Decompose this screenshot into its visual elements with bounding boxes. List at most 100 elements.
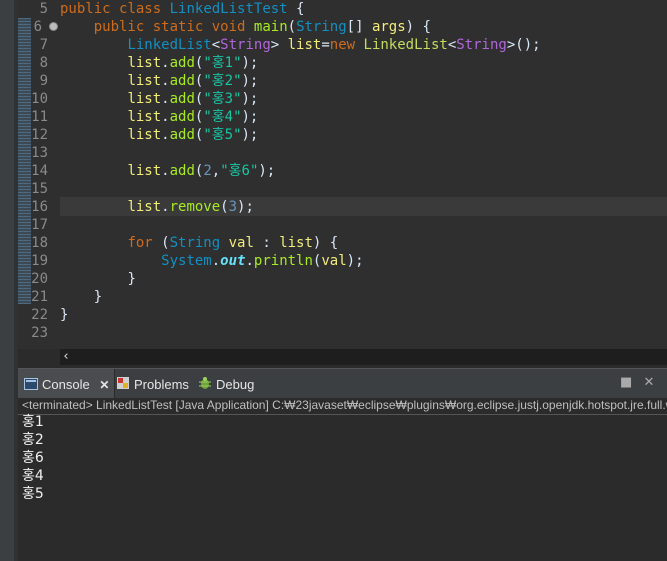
punctuation: } bbox=[93, 289, 103, 305]
tab-debug[interactable]: Debug bbox=[198, 374, 254, 396]
variable: val bbox=[321, 253, 347, 269]
punctuation: ); bbox=[241, 127, 259, 143]
line-number: 5 bbox=[39, 1, 48, 17]
punctuation: . bbox=[245, 253, 254, 269]
punctuation: ); bbox=[258, 163, 276, 179]
code-line: public class LinkedListTest { bbox=[60, 0, 304, 18]
line-number: 19 bbox=[31, 253, 48, 269]
panel-tab-bar: Console ✕ Problems Debug ■ ✕ bbox=[18, 368, 667, 399]
punctuation: . bbox=[161, 127, 170, 143]
tab-console-label[interactable]: Console ✕ bbox=[24, 374, 109, 396]
code-line: LinkedList<String> list=new LinkedList<S… bbox=[60, 36, 541, 54]
line-number: 12 bbox=[31, 127, 48, 143]
close-icon[interactable]: ✕ bbox=[99, 378, 109, 392]
class-name: LinkedListTest bbox=[169, 1, 288, 17]
type-name: String bbox=[296, 19, 347, 35]
punctuation: ); bbox=[241, 73, 259, 89]
scroll-left-icon[interactable]: ‹ bbox=[60, 349, 72, 365]
line-number: 16 bbox=[31, 199, 48, 215]
console-output-line: 홍5 bbox=[22, 486, 44, 502]
punctuation: ); bbox=[241, 109, 259, 125]
line-number: 21 bbox=[31, 289, 48, 305]
variable: list bbox=[127, 73, 162, 89]
method-name: main bbox=[253, 19, 288, 35]
punctuation: (); bbox=[515, 37, 541, 53]
console-output-line: 홍4 bbox=[22, 468, 44, 484]
string-literal: "홍5" bbox=[203, 127, 242, 143]
static-field: out bbox=[220, 253, 246, 269]
punctuation: . bbox=[161, 109, 170, 125]
type-name: LinkedList bbox=[127, 37, 212, 53]
tab-label: Console bbox=[42, 377, 90, 392]
method-name: add bbox=[169, 55, 195, 71]
punctuation: { bbox=[287, 1, 305, 17]
process-status-text: <terminated> LinkedListTest [Java Applic… bbox=[22, 398, 667, 412]
punctuation: . bbox=[211, 253, 221, 269]
line-number: 14 bbox=[31, 163, 48, 179]
method-name: add bbox=[169, 163, 195, 179]
console-output-line: 홍6 bbox=[22, 450, 44, 466]
code-line: } bbox=[60, 288, 102, 306]
string-literal: "홍4" bbox=[203, 109, 242, 125]
maximize-close-icon[interactable]: ✕ bbox=[643, 376, 655, 389]
punctuation: < bbox=[447, 37, 457, 53]
type-name: String bbox=[169, 235, 221, 251]
variable: args bbox=[371, 19, 406, 35]
keyword: for bbox=[127, 235, 153, 251]
line-number: 8 bbox=[39, 55, 48, 71]
code-line: list.add("홍5"); bbox=[60, 126, 258, 144]
string-literal: "홍3" bbox=[203, 91, 242, 107]
punctuation: > bbox=[506, 37, 516, 53]
keyword: new bbox=[329, 37, 356, 53]
problems-icon bbox=[116, 375, 130, 397]
console-output-line: 홍2 bbox=[22, 432, 44, 448]
punctuation: } bbox=[60, 307, 69, 323]
variable: list bbox=[127, 55, 162, 71]
code-line: } bbox=[60, 306, 68, 324]
keyword: static bbox=[152, 19, 204, 35]
punctuation: . bbox=[161, 199, 170, 215]
punctuation: ( bbox=[220, 199, 229, 215]
fold-collapse-icon[interactable] bbox=[49, 22, 58, 31]
horizontal-scrollbar[interactable]: ‹ bbox=[60, 349, 667, 365]
variable: list bbox=[127, 109, 162, 125]
code-line: list.remove(3); bbox=[60, 198, 253, 216]
window-border-left bbox=[0, 0, 14, 561]
keyword: void bbox=[211, 19, 246, 35]
punctuation: ( bbox=[287, 19, 297, 35]
variable: list bbox=[127, 163, 162, 179]
code-line: list.add("홍4"); bbox=[60, 108, 258, 126]
punctuation: < bbox=[211, 37, 221, 53]
line-number: 23 bbox=[31, 325, 48, 341]
minimize-icon[interactable]: ■ bbox=[620, 376, 632, 389]
console-output-line: 홍1 bbox=[22, 414, 44, 430]
punctuation: = bbox=[321, 37, 330, 53]
code-line: } bbox=[60, 270, 135, 288]
string-literal: "홍1" bbox=[203, 55, 242, 71]
line-number: 15 bbox=[31, 181, 48, 197]
tab-problems[interactable]: Problems bbox=[116, 374, 189, 396]
method-name: remove bbox=[169, 199, 221, 215]
method-name: add bbox=[169, 91, 195, 107]
punctuation: ); bbox=[241, 55, 259, 71]
line-number: 13 bbox=[31, 145, 48, 161]
variable: list bbox=[279, 235, 313, 251]
console-status-line: <terminated> LinkedListTest [Java Applic… bbox=[18, 398, 667, 415]
punctuation: . bbox=[161, 55, 170, 71]
line-number: 11 bbox=[31, 109, 48, 125]
punctuation: > bbox=[270, 37, 280, 53]
method-name: println bbox=[253, 253, 313, 269]
number-literal: 3 bbox=[228, 199, 238, 215]
code-line: list.add("홍1"); bbox=[60, 54, 258, 72]
tab-label: Debug bbox=[216, 377, 255, 392]
code-line: list.add(2,"홍6"); bbox=[60, 162, 275, 180]
keyword: class bbox=[119, 1, 162, 17]
code-line: list.add("홍3"); bbox=[60, 90, 258, 108]
string-literal: "홍2" bbox=[203, 73, 242, 89]
punctuation: . bbox=[161, 73, 170, 89]
type-name: String bbox=[220, 37, 271, 53]
variable: list bbox=[127, 199, 162, 215]
method-name: add bbox=[169, 109, 195, 125]
line-number: 6 bbox=[33, 19, 42, 35]
punctuation: . bbox=[161, 163, 170, 179]
